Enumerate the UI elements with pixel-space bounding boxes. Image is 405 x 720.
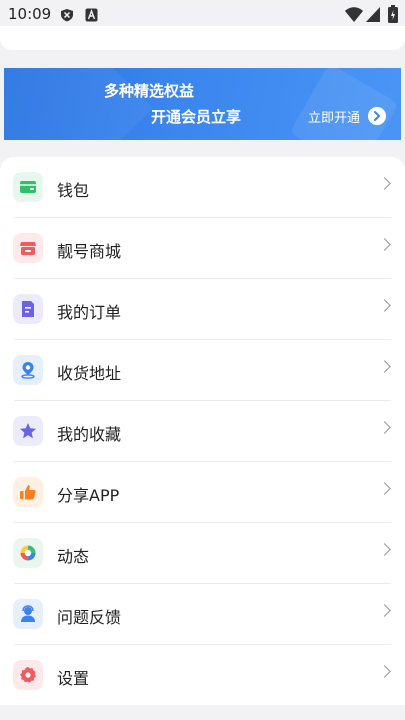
feedback-icon [21,605,35,622]
favorite-icon [20,423,36,439]
bottom-strip [0,705,405,720]
banner-decoration [289,68,399,140]
settings-icon [20,667,36,683]
chevron-right-icon [378,543,391,556]
banner-title: 多种精选权益 [104,82,195,100]
menu-item-settings[interactable]: 设置 [0,645,405,706]
menu-icon-bg [13,233,43,263]
menu-item-label: 分享APP [57,486,120,505]
moments-icon [20,545,36,561]
menu-item-my-orders[interactable]: 我的订单 [0,279,405,340]
menu-item-label: 钱包 [57,181,90,200]
menu-item-number-store[interactable]: 靓号商城 [0,218,405,279]
menu-item-wallet[interactable]: 钱包 [0,157,405,218]
menu-item-my-favorites[interactable]: 我的收藏 [0,401,405,462]
menu-icon-bg [13,477,43,507]
store-icon [20,242,36,255]
open-vip-button[interactable]: 立即开通 [308,107,360,126]
menu-icon-bg [13,599,43,629]
status-time: 10:09 [8,5,52,23]
menu-item-label: 动态 [57,547,90,566]
chevron-right-icon [378,177,391,190]
menu-item-label: 我的订单 [57,303,122,322]
chevron-right-icon [378,482,391,495]
banner-subtitle: 开通会员立享 [151,108,242,126]
arrow-right-circle-icon[interactable] [368,107,386,125]
menu-item-moments[interactable]: 动态 [0,523,405,584]
menu-item-label: 问题反馈 [57,608,122,627]
banner-decoration [4,68,153,140]
menu-item-label: 设置 [57,669,90,688]
wifi-icon [345,7,363,22]
share-thumb-icon [20,485,36,500]
menu-item-share-app[interactable]: 分享APP [0,462,405,523]
menu-icon-bg [13,172,43,202]
vip-banner[interactable]: 多种精选权益 开通会员立享 立即开通 [4,68,401,140]
address-icon [21,362,35,379]
battery-icon [388,5,398,23]
shield-icon [61,9,73,22]
menu-icon-bg [13,660,43,690]
profile-card-bottom [0,26,405,50]
menu-item-feedback[interactable]: 问题反馈 [0,584,405,645]
menu-icon-bg [13,416,43,446]
chevron-right-icon [378,238,391,251]
signal-icon [366,7,380,22]
notification-a-icon [85,8,98,22]
order-icon [22,301,34,317]
chevron-right-icon [378,299,391,312]
menu-list: 钱包 靓号商城 我的订单 收货地址 我的收藏 分享APP 动态 问题反馈 设置 [0,157,405,710]
menu-icon-bg [13,355,43,385]
menu-item-label: 收货地址 [57,364,122,383]
chevron-right-icon [378,665,391,678]
wallet-icon [20,181,36,193]
menu-item-shipping-address[interactable]: 收货地址 [0,340,405,401]
chevron-right-icon [378,360,391,373]
menu-icon-bg [13,538,43,568]
chevron-right-icon [378,604,391,617]
menu-item-label: 我的收藏 [57,425,122,444]
menu-icon-bg [13,294,43,324]
menu-item-label: 靓号商城 [57,242,122,261]
chevron-right-icon [378,421,391,434]
